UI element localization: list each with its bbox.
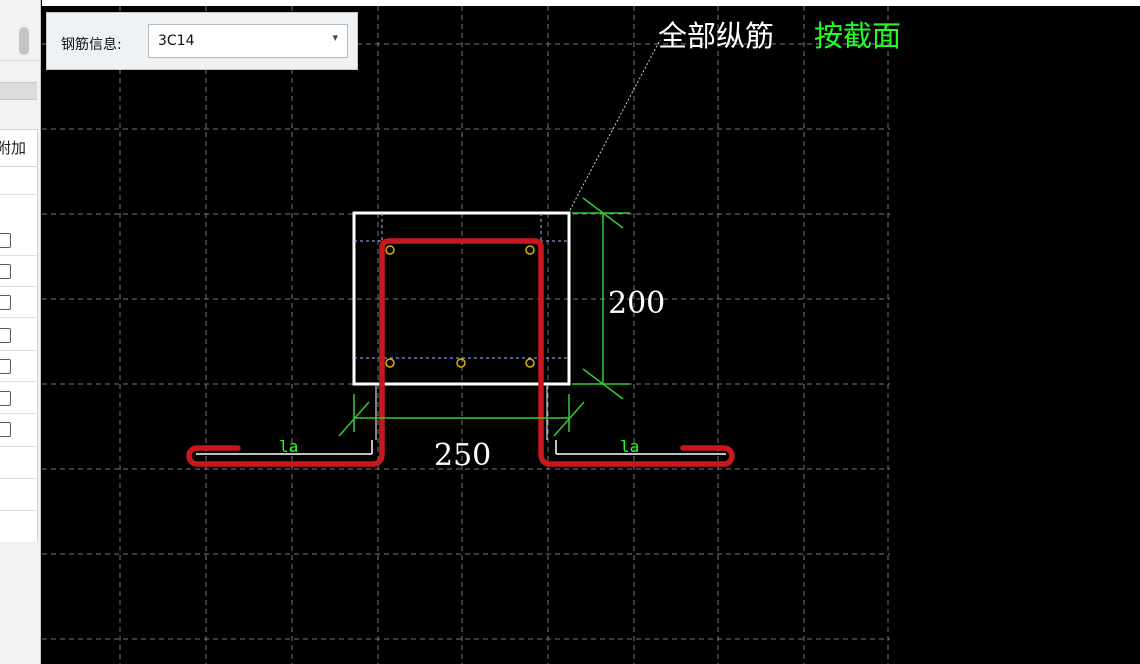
rebar-points (385, 245, 535, 368)
callout-mode-text[interactable]: 按截面 (814, 19, 901, 53)
longitudinal-rebar[interactable] (186, 238, 735, 467)
callout-text[interactable]: 全部纵筋 (658, 19, 774, 53)
rebar-point[interactable] (525, 245, 535, 255)
rebar-info-value: 3C14 (158, 33, 195, 49)
callout-leader-line (569, 39, 661, 211)
rebar-point[interactable] (385, 245, 395, 255)
anchor-label-right: la (620, 437, 639, 456)
section-drawing[interactable]: 全部纵筋 按截面 200 250 la la (0, 0, 1140, 664)
rebar-point[interactable] (385, 358, 395, 368)
chevron-down-icon[interactable]: ▾ (332, 31, 338, 44)
rebar-point[interactable] (525, 358, 535, 368)
rebar-info-select[interactable]: 3C14 ▾ (148, 24, 348, 58)
rebar-point[interactable] (456, 358, 466, 368)
rebar-info-toolbar: 钢筋信息: 3C14 ▾ (46, 12, 358, 70)
width-dimension-text[interactable]: 250 (434, 438, 491, 473)
height-dimension-text[interactable]: 200 (608, 286, 665, 321)
anchor-label-left: la (279, 437, 298, 456)
rebar-info-label: 钢筋信息: (61, 37, 122, 53)
grid-lines (42, 6, 890, 664)
